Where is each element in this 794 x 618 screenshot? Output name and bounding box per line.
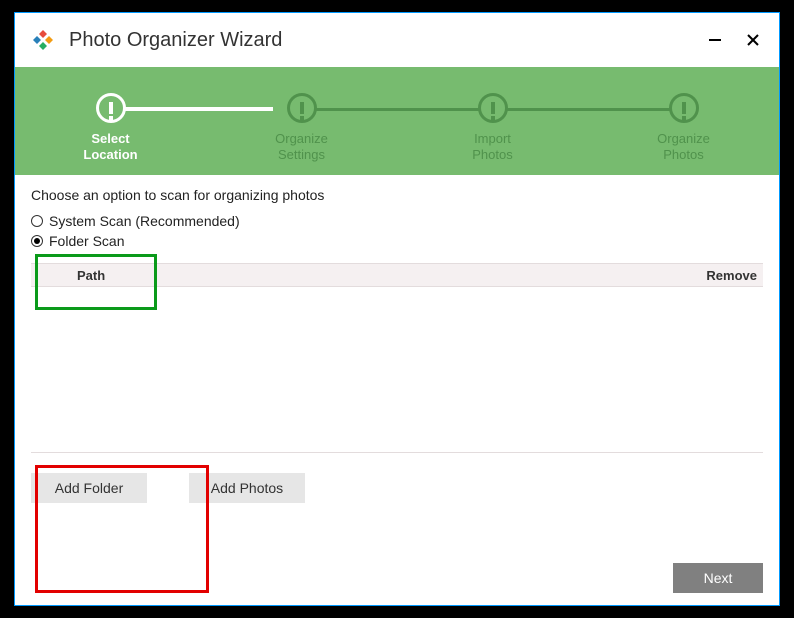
folder-table-header: Path Remove [31,263,763,287]
step-label: Settings [278,147,325,162]
alert-icon [287,93,317,123]
step-label: Import [474,131,511,146]
wizard-steps: SelectLocation OrganizeSettings ImportPh… [15,67,779,175]
column-remove: Remove [683,268,763,283]
step-label: Organize [657,131,710,146]
radio-label: System Scan (Recommended) [49,213,240,229]
step-organize-photos: OrganizePhotos [588,93,779,162]
window-controls [705,30,771,50]
add-photos-button[interactable]: Add Photos [189,473,305,503]
step-connector [120,107,273,111]
step-organize-settings: OrganizeSettings [206,93,397,162]
step-label: Photos [663,147,703,162]
step-connector [496,108,672,111]
radio-folder-scan[interactable]: Folder Scan [31,233,763,249]
radio-icon [31,215,43,227]
window-title: Photo Organizer Wizard [69,29,705,52]
next-button[interactable]: Next [673,563,763,593]
window-frame: Photo Organizer Wizard SelectLocation Or… [14,12,780,606]
column-path: Path [31,268,683,283]
alert-icon [669,93,699,123]
instruction-text: Choose an option to scan for organizing … [31,187,763,203]
add-folder-button[interactable]: Add Folder [31,473,147,503]
action-buttons: Add Folder Add Photos [31,473,763,503]
close-button[interactable] [743,30,763,50]
title-bar: Photo Organizer Wizard [15,13,779,67]
alert-icon [96,93,126,123]
step-label: Select [91,131,129,146]
step-label: Organize [275,131,328,146]
radio-icon [31,235,43,247]
alert-icon [478,93,508,123]
content-area: Choose an option to scan for organizing … [15,175,779,503]
step-connector [309,108,485,111]
step-label: Location [83,147,137,162]
step-label: Photos [472,147,512,162]
folder-table-body [31,287,763,453]
minimize-button[interactable] [705,30,725,50]
radio-label: Folder Scan [49,233,124,249]
footer: Next [673,563,763,593]
radio-system-scan[interactable]: System Scan (Recommended) [31,213,763,229]
app-logo-icon [31,28,55,52]
step-import-photos: ImportPhotos [397,93,588,162]
step-select-location: SelectLocation [15,93,206,162]
